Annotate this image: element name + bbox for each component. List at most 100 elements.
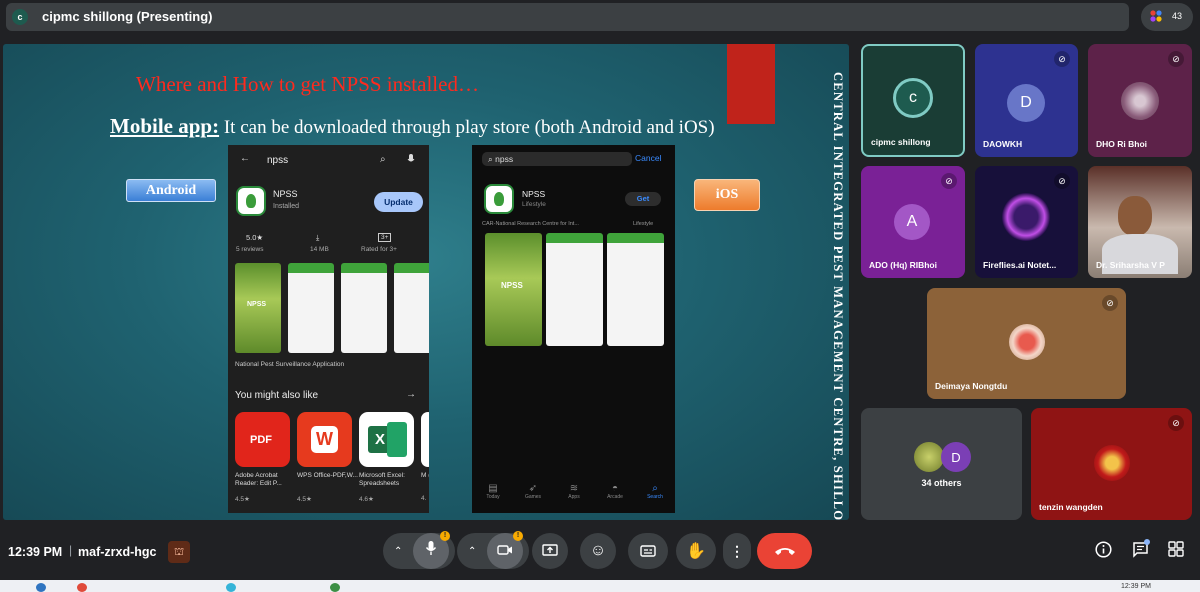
participant-tile[interactable]: ⊘ Deimaya Nongtdu [927,288,1126,399]
app-screenshot [394,263,429,353]
mic-off-icon: ⊘ [941,173,957,189]
chat-notification-dot [1144,539,1150,545]
search-icon: ⌕ [652,483,658,494]
mic-off-icon: ⊘ [1102,295,1118,311]
more-options-button[interactable]: ⋮ [723,533,751,569]
raise-hand-button[interactable]: ✋ [676,533,716,569]
app-screenshot [607,233,664,346]
presenter-title: cipmc shillong (Presenting) [42,9,213,24]
partial-app-icon [421,412,429,467]
activities-button[interactable] [1166,541,1186,561]
android-search-query: npss [267,155,289,166]
npss-app-icon [484,184,514,214]
slide-red-block [727,44,775,124]
ios-appstore-screenshot: ⌕ npss Cancel NPSS Lifestyle Get CAR-Nat… [472,145,675,513]
android-rating: 5.0★ [246,233,264,242]
people-icon [1150,10,1162,22]
participant-avatar: D [1007,84,1045,122]
mic-off-icon: ⊘ [1054,51,1070,67]
present-screen-icon [542,544,558,556]
participant-tile[interactable]: ⊘ Fireflies.ai Notet... [975,166,1078,278]
top-bar: c cipmc shillong (Presenting) 43 [0,0,1200,33]
chevron-up-icon[interactable]: ⌃ [394,546,402,557]
participant-avatar [1009,324,1045,360]
ios-app-name: NPSS [522,189,546,199]
mobile-app-label: Mobile app: [110,114,220,138]
ios-search-field: ⌕ npss [482,152,632,166]
wps-app-icon: W [297,412,352,467]
download-icon: ⤓ [316,233,320,242]
participant-tile[interactable]: ⊘ DHO Ri Bhoi [1088,44,1192,157]
captions-button[interactable] [628,533,668,569]
info-button[interactable] [1093,541,1113,561]
fireflies-logo [1002,193,1050,241]
rec-rating: 4.5★ [235,496,250,503]
more-vert-icon: ⋮ [730,542,744,559]
npss-app-icon [236,186,266,216]
tab-today: ▤ Today [478,483,508,500]
participant-name: DAOWKH [983,139,1023,149]
chevron-up-icon[interactable]: ⌃ [468,546,476,557]
taskbar-app-icon[interactable] [330,583,340,592]
ios-search-query: npss [495,154,514,164]
presentation-stage: Where and How to get NPSS installed… Mob… [3,44,849,520]
participant-name: Fireflies.ai Notet... [983,260,1057,270]
others-tile[interactable]: D 34 others [861,408,1022,520]
leave-call-button[interactable] [757,533,812,569]
emoji-icon: ☺ [589,542,607,559]
reactions-button[interactable]: ☺ [580,533,616,569]
rec-name: M ( [421,472,429,479]
android-reviews: 5 reviews [236,246,264,253]
mic-off-icon: ⊘ [1168,51,1184,67]
participant-tile[interactable]: ⊘ tenzin wangden [1031,408,1192,520]
warning-icon: ! [513,531,523,541]
layers-icon: ≋ [569,483,579,494]
app-screenshot [341,263,387,353]
others-count: 34 others [921,478,962,488]
search-icon: ⌕ [380,154,386,165]
participant-avatar: D [941,442,971,472]
taskbar-app-icon[interactable] [36,583,46,592]
info-icon [1094,541,1112,558]
slide-mobile-line: Mobile app: It can be downloaded through… [110,114,715,139]
meeting-code: maf-zrxd-hgc [78,545,157,559]
ios-developer: CAR-National Research Centre for Int... [482,221,579,227]
rec-rating: 4. [421,495,427,502]
participant-tile[interactable]: Dr. Sriharsha V P [1088,166,1192,278]
present-button[interactable] [532,533,568,569]
participant-tile[interactable]: ⊘ A ADO (Hq) RIBhoi [861,166,965,278]
ios-app-category: Lifestyle [522,201,546,208]
today-icon: ▤ [488,483,498,494]
slide-title: Where and How to get NPSS installed… [136,72,479,96]
tab-games: ➶ Games [518,483,548,500]
back-arrow-icon: ← [240,153,250,164]
apps-grid-icon [1168,541,1184,557]
camera-icon [497,545,512,555]
participant-avatar [1121,82,1159,120]
mic-off-icon: ⊘ [1054,173,1070,189]
ios-tab-bar: ▤ Today ➶ Games ≋ Apps ◓ Arcade ⌕ Search [472,483,675,513]
participant-tile[interactable]: c cipmc shillong [861,44,965,157]
participant-count: 43 [1172,11,1183,21]
participant-avatar: A [894,204,930,240]
acrobat-app-icon: PDF [235,412,290,467]
android-app-status: Installed [273,203,300,210]
arrow-right-icon: → [406,389,416,400]
taskbar-app-icon[interactable] [226,583,236,592]
participant-name: DHO Ri Bhoi [1096,139,1147,149]
tab-arcade: ◓ Arcade [600,483,630,500]
screenshot-title: NPSS [247,301,267,308]
participant-avatar [1094,445,1130,481]
participant-video [1118,196,1152,236]
ios-category-tag: Lifestyle [633,221,654,227]
tab-search: ⌕ Search [640,483,670,500]
you-might-like-heading: You might also like [235,390,319,401]
taskbar-app-icon[interactable] [77,583,87,592]
rec-rating: 4.5★ [297,496,312,503]
participant-tile[interactable]: ⊘ D DAOWKH [975,44,1078,157]
host-controls-icon[interactable]: ⛫ [168,541,190,563]
tab-apps: ≋ Apps [559,483,589,500]
screenshot-title: NPSS [501,281,523,290]
participant-avatar [914,442,944,472]
warning-icon: ! [440,531,450,541]
